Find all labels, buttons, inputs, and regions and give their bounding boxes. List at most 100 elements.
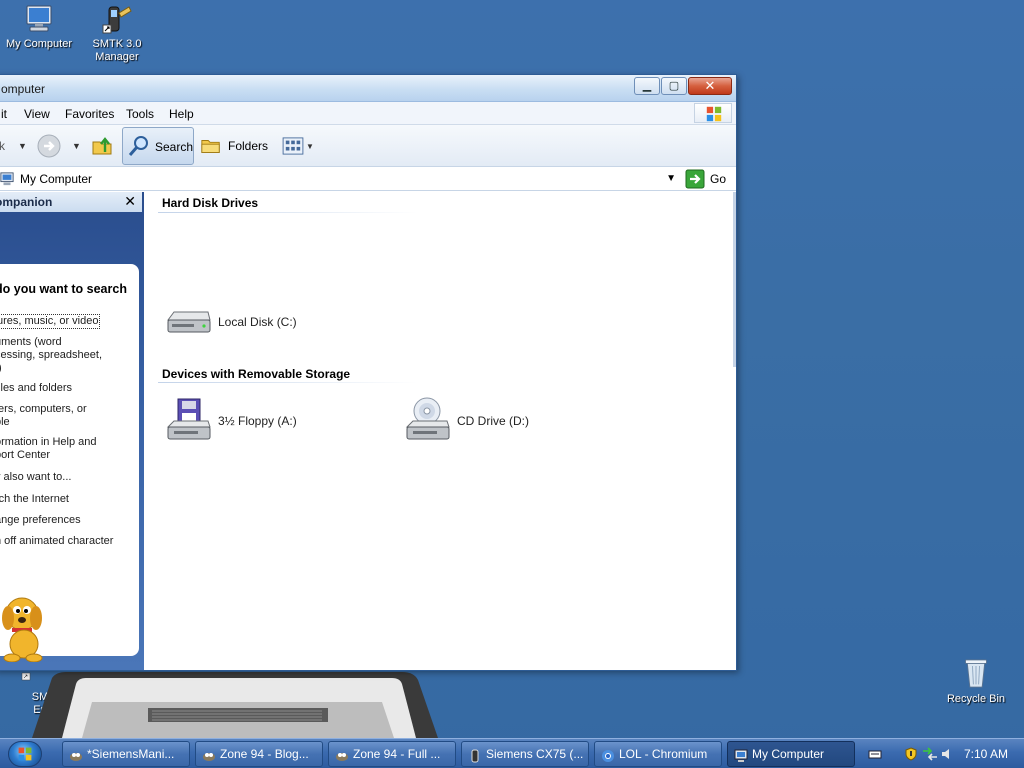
my-computer-icon — [26, 5, 52, 32]
volume-icon[interactable] — [940, 747, 954, 761]
forward-dropdown-button[interactable]: ▼ — [72, 125, 81, 167]
gimp-icon — [202, 747, 216, 761]
search-link-help-line2[interactable]: port Center — [0, 449, 50, 462]
menu-view[interactable]: View — [24, 107, 50, 121]
my-computer-small-icon — [734, 747, 748, 762]
menu-tools[interactable]: Tools — [126, 107, 154, 121]
desktop-icon-label-line1: SMTK 3.0 — [92, 38, 142, 50]
go-button[interactable]: Go — [685, 169, 726, 189]
taskbar-item-label: Zone 94 - Blog... — [220, 747, 309, 761]
printer-image — [32, 672, 438, 738]
network-icon[interactable] — [922, 747, 938, 761]
taskbar-item-label: Zone 94 - Full ... — [353, 747, 441, 761]
menu-favorites[interactable]: Favorites — [65, 107, 114, 121]
security-shield-icon[interactable] — [904, 747, 918, 761]
search-button[interactable]: Search — [122, 127, 194, 165]
drive-label: 3½ Floppy (A:) — [218, 414, 297, 428]
up-folder-button[interactable] — [91, 125, 115, 167]
search-link-documents-line1[interactable]: uments (word — [0, 336, 62, 349]
windows-logo — [694, 103, 732, 123]
search-icon — [128, 136, 148, 156]
content-scrollbar[interactable] — [733, 192, 736, 367]
maximize-button[interactable]: ▢ — [661, 77, 687, 95]
search-link-computers-line1[interactable]: ters, computers, or — [0, 403, 87, 416]
search-link-documents-line3[interactable]: .) — [0, 362, 2, 375]
desktop-icon-my-computer[interactable]: My Computer — [0, 3, 81, 51]
search-link-pictures[interactable]: ures, music, or video — [0, 314, 101, 329]
content-area: Hard Disk Drives Local Disk (C:) Devices… — [145, 192, 735, 669]
drive-label: CD Drive (D:) — [457, 414, 529, 428]
minimize-button[interactable]: ▁ — [634, 77, 660, 95]
desktop-icon-recycle-bin[interactable]: Recycle Bin — [940, 656, 1012, 705]
close-pane-icon[interactable]: ✕ — [124, 193, 136, 210]
up-folder-icon — [92, 137, 112, 155]
search-link-help-line1[interactable]: ormation in Help and — [0, 436, 97, 449]
windows-flag-icon — [706, 106, 722, 122]
taskbar-item-label: LOL - Chromium — [619, 747, 708, 761]
taskbar-clock[interactable]: 7:10 AM — [964, 747, 1008, 761]
floppy-drive-icon — [166, 398, 211, 440]
taskbar-item-label: *SiemensMani... — [87, 747, 175, 761]
folders-button-label: Folders — [228, 139, 269, 153]
desktop-icon-label: Recycle Bin — [946, 693, 1006, 705]
menu-help[interactable]: Help — [169, 107, 194, 121]
drive-cd[interactable]: CD Drive (D:) — [403, 397, 529, 445]
taskbar-item[interactable]: Siemens CX75 (... — [461, 741, 589, 767]
close-icon: ✕ — [704, 78, 716, 93]
forward-arrow-icon — [37, 134, 61, 158]
taskbar-item[interactable]: LOL - Chromium — [594, 741, 722, 767]
forward-button[interactable] — [37, 125, 61, 167]
taskbar-item-active[interactable]: My Computer — [727, 741, 855, 767]
close-button[interactable]: ✕ — [688, 77, 732, 95]
recycle-bin-icon — [965, 659, 987, 688]
address-input[interactable]: My Computer ▼ — [0, 170, 681, 188]
my-computer-small-icon — [0, 172, 14, 186]
back-button[interactable]: k — [0, 125, 5, 167]
keyboard-icon[interactable] — [868, 747, 882, 761]
dropdown-arrow-icon: ▼ — [18, 141, 27, 151]
smtk-manager-icon — [102, 6, 132, 34]
drive-label: Local Disk (C:) — [218, 315, 297, 329]
system-tray: 7:10 AM — [862, 739, 1024, 768]
folders-button[interactable]: Folders — [200, 125, 268, 167]
turn-off-character-link[interactable]: n off animated character — [0, 535, 113, 548]
taskbar-item[interactable]: Zone 94 - Full ... — [328, 741, 456, 767]
folders-icon — [201, 140, 220, 153]
desktop-icon-label-line2: Manager — [95, 51, 139, 63]
taskbar-item[interactable]: *SiemensMani... — [62, 741, 190, 767]
also-want-to-label: y also want to... — [0, 471, 72, 483]
search-link-computers-line2[interactable]: ple — [0, 416, 10, 429]
taskbar-item-label: Siemens CX75 (... — [486, 747, 584, 761]
taskbar-item-label: My Computer — [752, 747, 825, 761]
group-divider — [158, 382, 418, 383]
gimp-icon — [335, 747, 349, 761]
search-link-documents-line2[interactable]: cessing, spreadsheet, — [0, 349, 102, 362]
windows-orb-icon — [18, 747, 32, 761]
group-title-hard-disks: Hard Disk Drives — [162, 196, 259, 210]
group-divider — [158, 212, 418, 213]
address-value: My Computer — [20, 172, 93, 186]
desktop-icon-label: My Computer — [5, 38, 73, 50]
dropdown-arrow-icon: ▼ — [72, 141, 81, 151]
taskbar-item[interactable]: Zone 94 - Blog... — [195, 741, 323, 767]
drive-local-disk[interactable]: Local Disk (C:) — [164, 298, 297, 346]
change-preferences-link[interactable]: ange preferences — [0, 514, 81, 527]
views-grid-icon — [282, 137, 304, 155]
desktop-icon-smtk-manager[interactable]: SMTK 3.0 Manager — [75, 3, 159, 64]
dropdown-arrow-icon: ▼ — [306, 141, 314, 151]
explorer-window[interactable]: omputer ▁ ▢ ✕ it View Favorites Tools He… — [0, 74, 737, 671]
search-link-files-folders[interactable]: files and folders — [0, 382, 72, 395]
drive-floppy[interactable]: 3½ Floppy (A:) — [164, 397, 297, 445]
group-title-removable: Devices with Removable Storage — [162, 367, 351, 381]
views-button[interactable]: ▼ — [282, 125, 314, 167]
window-titlebar[interactable]: omputer ▁ ▢ ✕ — [0, 75, 736, 102]
maximize-icon: ▢ — [668, 80, 680, 92]
search-companion-title: ompanion — [0, 195, 53, 209]
menu-edit[interactable]: it — [1, 107, 7, 121]
back-dropdown-button[interactable]: ▼ — [18, 125, 27, 167]
address-dropdown-icon[interactable]: ▼ — [666, 171, 676, 187]
search-internet-link[interactable]: rch the Internet — [0, 493, 69, 506]
start-button[interactable] — [8, 741, 42, 767]
search-dog-character-icon[interactable] — [0, 592, 52, 662]
minimize-icon: ▁ — [642, 80, 652, 92]
